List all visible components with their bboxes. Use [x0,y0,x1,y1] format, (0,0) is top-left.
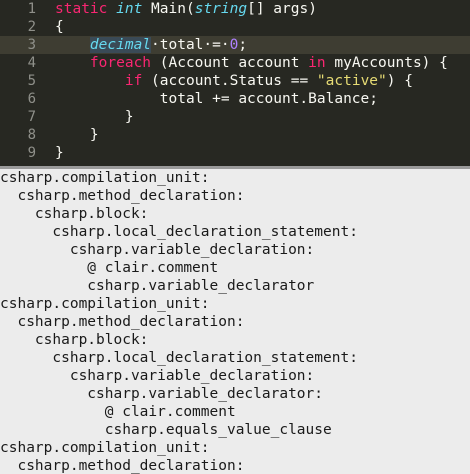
line-number: 4 [27,55,36,71]
output-line: csharp.equals_value_clause [0,422,332,438]
output-line: csharp.method_declaration: [0,188,245,204]
code-token: } [55,109,134,125]
code-token: foreach [89,55,152,71]
code-text[interactable]: } [55,108,134,126]
code-token: int [116,1,143,17]
output-line: @ clair.comment [0,260,219,276]
line-number: 6 [27,91,36,107]
code-token: total [159,37,204,53]
output-line: csharp.local_declaration_statement: [0,350,358,366]
code-token: ) { [386,73,413,89]
line-number: 5 [27,73,36,89]
code-editor[interactable]: 1 static int Main(string[] args) 2{3 decim… [0,0,470,166]
code-line[interactable]: 4 foreach (Account account in myAccounts… [0,54,470,72]
output-line: csharp.block: [0,332,149,348]
output-line: csharp.variable_declaration: [0,368,315,384]
code-token: myAccounts) { [325,55,448,71]
code-line[interactable]: 6 total += account.Balance; [0,90,470,108]
code-text[interactable]: total += account.Balance; [55,90,378,108]
code-text[interactable]: } [55,126,99,144]
output-line: csharp.block: [0,206,149,222]
output-line: csharp.method_declaration: [0,458,245,474]
line-number: 9 [27,145,36,161]
code-token: (account.Status == [142,73,317,89]
line-number: 3 [27,37,36,53]
output-line: csharp.compilation_unit: [0,296,210,312]
output-line: csharp.variable_declarator: [0,386,324,402]
code-token: · [151,37,160,53]
code-token: { [55,19,64,35]
code-line[interactable]: 2{ [0,18,470,36]
output-panel[interactable]: csharp.compilation_unit: csharp.method_d… [0,169,470,474]
output-line: csharp.compilation_unit: [0,440,210,456]
code-text[interactable]: if (account.Status == "active") { [55,72,413,90]
code-token: · [203,37,213,53]
code-token: total += account.Balance; [55,91,379,107]
code-token: static [55,1,108,17]
code-token: · [220,37,230,53]
code-text[interactable]: decimal·total·=·0; [55,36,247,54]
code-token: Main( [142,1,195,17]
code-token: string [194,1,248,17]
app-window: 1 static int Main(string[] args) 2{3 decim… [0,0,470,474]
output-line: csharp.local_declaration_statement: [0,224,358,240]
code-token: } [55,127,99,143]
code-text[interactable]: { [55,18,64,36]
code-text[interactable]: foreach (Account account in myAccounts) … [55,54,448,72]
output-line: csharp.method_declaration: [0,314,245,330]
code-line[interactable]: 3 decimal·total·=·0; [0,36,470,54]
code-text[interactable]: static int Main(string[] args) [55,0,317,18]
code-token: (Account account [151,55,309,71]
line-number: 7 [27,109,36,125]
code-token: [] args) [247,1,317,17]
line-number: 8 [27,127,36,143]
output-line: csharp.variable_declaration: [0,242,315,258]
code-token: = [212,37,221,53]
output-line: csharp.compilation_unit: [0,170,210,186]
code-token: } [55,145,64,161]
line-number: 2 [27,19,36,35]
line-number: 1 [27,1,36,17]
code-line[interactable]: 9} [0,144,470,162]
code-token: if [124,73,143,89]
code-token: ; [238,37,248,53]
code-text[interactable]: } [55,144,64,162]
code-line[interactable]: 8 } [0,126,470,144]
code-line[interactable]: 1 static int Main(string[] args) [0,0,470,18]
code-token: decimal [89,37,152,53]
output-line: csharp.variable_declarator [0,278,315,294]
code-line[interactable]: 7 } [0,108,470,126]
code-token: "active" [316,73,387,89]
code-line[interactable]: 5 if (account.Status == "active") { [0,72,470,90]
code-token: in [308,55,326,71]
output-line: @ clair.comment [0,404,236,420]
